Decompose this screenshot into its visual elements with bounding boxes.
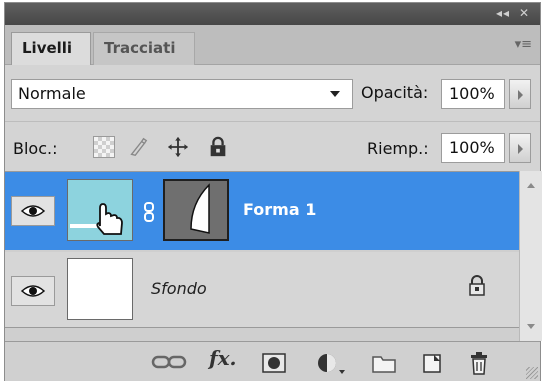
chevron-down-icon xyxy=(330,91,340,97)
tab-paths[interactable]: Tracciati xyxy=(93,32,195,65)
layer-list: Forma 1 Sfondo xyxy=(5,171,519,341)
layer-row-forma-1[interactable]: Forma 1 xyxy=(5,172,519,250)
lock-icon[interactable] xyxy=(207,136,229,158)
trash-icon[interactable] xyxy=(469,352,489,376)
lock-label: Bloc.: xyxy=(13,139,58,158)
new-layer-icon[interactable] xyxy=(421,352,443,374)
blend-mode-value: Normale xyxy=(18,84,86,103)
layer-name[interactable]: Forma 1 xyxy=(243,200,316,219)
visibility-toggle[interactable] xyxy=(11,276,55,306)
fill-slider-button[interactable] xyxy=(509,133,531,163)
folder-icon[interactable] xyxy=(371,352,397,374)
blend-row: Normale Opacità: 100% xyxy=(5,66,540,121)
tab-layers[interactable]: Livelli xyxy=(11,32,91,65)
brush-icon[interactable] xyxy=(127,136,149,158)
fill-label: Riemp.: xyxy=(367,139,429,158)
opacity-input[interactable]: 100% xyxy=(441,79,505,109)
link-layers-icon[interactable] xyxy=(143,202,155,222)
eye-icon xyxy=(21,205,45,217)
lock-row: Bloc.: Riemp.: 100% xyxy=(5,121,540,171)
lock-icon xyxy=(469,275,485,296)
layer-thumbnail[interactable] xyxy=(67,258,133,320)
collapse-icon[interactable]: ◂◂ xyxy=(496,6,510,20)
layer-list-scrollbar[interactable] xyxy=(519,171,542,341)
adjustment-layer-icon[interactable] xyxy=(315,352,345,376)
lock-transparency-icon[interactable] xyxy=(93,136,115,158)
eye-icon xyxy=(21,285,45,297)
move-icon[interactable] xyxy=(167,136,189,158)
layers-toolbar: fx. xyxy=(5,341,540,381)
layer-thumbnail[interactable] xyxy=(67,179,133,241)
panel-titlebar: ◂◂ ✕ xyxy=(5,3,540,25)
vector-mask-shape xyxy=(190,183,210,234)
scroll-up-icon[interactable] xyxy=(527,183,535,188)
add-mask-icon[interactable] xyxy=(261,352,287,374)
blend-mode-select[interactable]: Normale xyxy=(11,79,353,109)
visibility-toggle[interactable] xyxy=(11,196,55,226)
opacity-label: Opacità: xyxy=(361,83,429,102)
link-layers-icon[interactable] xyxy=(151,352,187,372)
panel-menu-icon[interactable]: ▾≡ xyxy=(515,37,532,52)
panel-tabs: Livelli Tracciati ▾≡ xyxy=(5,25,540,65)
resize-grip-icon[interactable] xyxy=(526,367,538,379)
opacity-slider-button[interactable] xyxy=(509,79,531,109)
layers-panel: ◂◂ ✕ Livelli Tracciati ▾≡ Normale Opacit… xyxy=(4,2,542,381)
fx-icon[interactable]: fx. xyxy=(209,346,237,370)
close-icon[interactable]: ✕ xyxy=(519,6,530,20)
fill-input[interactable]: 100% xyxy=(441,133,505,163)
scroll-down-icon[interactable] xyxy=(527,324,535,329)
layer-name[interactable]: Sfondo xyxy=(151,279,207,298)
hand-cursor-icon xyxy=(70,203,123,235)
vector-mask-thumbnail[interactable] xyxy=(163,179,229,241)
layer-row-sfondo[interactable]: Sfondo xyxy=(5,252,519,328)
